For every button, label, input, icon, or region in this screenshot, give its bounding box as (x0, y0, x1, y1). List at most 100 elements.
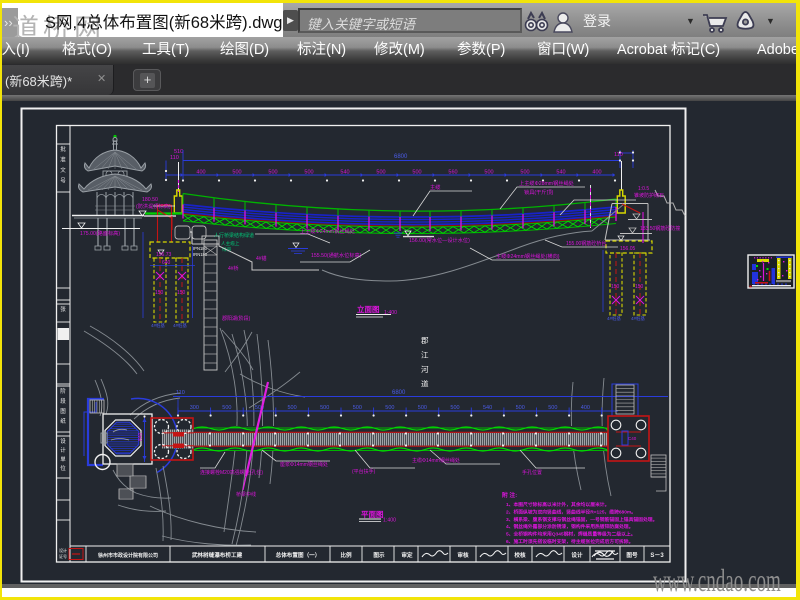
svg-text:500: 500 (548, 405, 557, 411)
svg-text:156.00(常水位—设计水位): 156.00(常水位—设计水位) (409, 236, 470, 244)
svg-text:500: 500 (450, 405, 459, 411)
svg-text:4、钢丝绳外露部分涂防锈漆，钢构件采用热镀锌防腐处理。: 4、钢丝绳外露部分涂防锈漆，钢构件采用热镀锌防腐处理。 (506, 523, 633, 530)
svg-text:设: 设 (60, 437, 66, 445)
svg-text:1:400: 1:400 (384, 310, 397, 316)
svg-text:500: 500 (353, 405, 362, 411)
svg-text:张: 张 (60, 305, 66, 313)
svg-text:武林树缝瀑布桥工建: 武林树缝瀑布桥工建 (192, 551, 243, 559)
svg-text:540: 540 (556, 170, 565, 176)
svg-text:4#桩基: 4#桩基 (173, 322, 188, 329)
svg-text:500: 500 (288, 405, 297, 411)
svg-text:540: 540 (340, 170, 349, 176)
svg-text:6、施工时须先搭设临时支架，待主缆张拉完成后方可拆除。: 6、施工时须先搭设临时支架，待主缆张拉完成后方可拆除。 (506, 538, 633, 545)
svg-text:主缆Φ14mm钢丝绳处: 主缆Φ14mm钢丝绳处 (412, 457, 460, 464)
svg-text:4#桩基: 4#桩基 (607, 315, 622, 322)
svg-text:锁具(干斤顶): 锁具(干斤顶) (524, 188, 554, 196)
svg-text:连接螺栓M20高强螺栓(孔位): 连接螺栓M20高强螺栓(孔位) (200, 469, 263, 476)
svg-text:设计: 设计 (59, 547, 67, 553)
svg-text:文: 文 (60, 166, 66, 174)
svg-text:纸: 纸 (60, 417, 66, 425)
svg-text:(防洪堤顶标高): (防洪堤顶标高) (136, 202, 171, 210)
svg-text:110: 110 (170, 155, 179, 161)
svg-text:840: 840 (138, 432, 144, 441)
svg-text:400: 400 (592, 170, 601, 176)
svg-text:156.73: 156.73 (156, 252, 172, 258)
svg-text:单: 单 (60, 455, 66, 463)
svg-text:图: 图 (60, 407, 66, 415)
svg-text:540: 540 (483, 405, 492, 411)
svg-text:图示: 图示 (373, 551, 385, 559)
svg-text:4#桥: 4#桥 (228, 265, 239, 272)
svg-text:1、本图尺寸除标高以米计外，其余均以厘米计。: 1、本图尺寸除标高以米计外，其余均以厘米计。 (506, 501, 609, 508)
svg-text:S－3: S－3 (650, 553, 664, 559)
svg-text:4#锚: 4#锚 (256, 255, 267, 262)
svg-text:郡阳湖(阶段): 郡阳湖(阶段) (222, 315, 251, 322)
svg-text:110: 110 (614, 152, 623, 158)
svg-text:设计: 设计 (571, 551, 583, 559)
svg-text:5、全桥钢构件均采用Q345钢材，焊缝质量等级为二级以上。: 5、全桥钢构件均采用Q345钢材，焊缝质量等级为二级以上。 (506, 531, 636, 538)
svg-text:500: 500 (232, 170, 241, 176)
svg-text:500: 500 (520, 170, 529, 176)
svg-text:2、桥面纵坡为双向竖曲线，竖曲线半径R=125，缆跨680m: 2、桥面纵坡为双向竖曲线，竖曲线半径R=125，缆跨680m。 (506, 508, 636, 515)
svg-text:180.50: 180.50 (142, 197, 158, 203)
svg-text:批: 批 (60, 145, 66, 153)
svg-text:150: 150 (611, 284, 620, 290)
svg-text:155.50(通航水位标高): 155.50(通航水位标高) (311, 251, 362, 259)
svg-text:500: 500 (320, 405, 329, 411)
svg-text:上主缆Φ28mm钢丝绳处: 上主缆Φ28mm钢丝绳处 (519, 179, 574, 187)
svg-text:准: 准 (60, 156, 66, 164)
svg-text:150: 150 (635, 284, 644, 290)
svg-text:155.00钢筋砼桥台: 155.00钢筋砼桥台 (566, 240, 606, 247)
svg-text:500: 500 (418, 405, 427, 411)
svg-text:500: 500 (304, 170, 313, 176)
svg-text:500: 500 (268, 170, 277, 176)
svg-text:桥梁中线: 桥梁中线 (236, 491, 256, 498)
svg-text:河: 河 (421, 365, 429, 374)
svg-text:1:400: 1:400 (383, 518, 396, 524)
svg-text:主缆Φ24mm钢丝绳处(横向): 主缆Φ24mm钢丝绳处(横向) (496, 252, 560, 260)
svg-text:座浆Φ14mm钢丝绳处: 座浆Φ14mm钢丝绳处 (280, 461, 328, 468)
svg-text:300: 300 (190, 405, 199, 411)
svg-text:图号: 图号 (626, 551, 638, 559)
svg-text:4#桩基: 4#桩基 (151, 322, 166, 329)
svg-text:IRN180: IRN180 (193, 252, 208, 257)
svg-text:总体布置图（一）: 总体布置图（一） (276, 551, 321, 559)
svg-text:400: 400 (196, 170, 205, 176)
svg-text:人主缆上: 人主缆上 (221, 240, 240, 247)
svg-text:6800: 6800 (394, 154, 408, 160)
svg-text:平面图: 平面图 (361, 510, 384, 519)
svg-text:立面图: 立面图 (357, 304, 380, 314)
svg-text:500: 500 (412, 170, 421, 176)
svg-text:400: 400 (581, 405, 590, 411)
svg-text:比例: 比例 (340, 551, 352, 559)
svg-text:附 注:: 附 注: (502, 491, 517, 499)
svg-text:500: 500 (222, 405, 231, 411)
svg-text:号: 号 (60, 178, 66, 185)
svg-text:江: 江 (421, 351, 429, 360)
svg-text:郡: 郡 (421, 336, 429, 345)
svg-text:500: 500 (385, 405, 394, 411)
svg-text:4#桩基: 4#桩基 (631, 315, 646, 322)
svg-text:证号: 证号 (59, 553, 67, 559)
svg-text:主缆: 主缆 (430, 183, 440, 191)
svg-text:徐州市市政设计院有限公司: 徐州市市政设计院有限公司 (97, 552, 158, 559)
svg-text:175.00(路面标高): 175.00(路面标高) (80, 229, 120, 237)
svg-text:道: 道 (421, 379, 429, 389)
svg-text:上主缆Φ24mm钢丝绳处: 上主缆Φ24mm钢丝绳处 (300, 227, 355, 235)
svg-text:500: 500 (376, 170, 385, 176)
svg-text:C40: C40 (628, 436, 637, 441)
svg-text:位: 位 (60, 464, 66, 472)
svg-text:阶: 阶 (60, 387, 66, 395)
svg-text:156.05: 156.05 (620, 246, 636, 252)
svg-text:6800: 6800 (392, 390, 406, 396)
svg-text:审定: 审定 (401, 551, 413, 559)
svg-text:段: 段 (60, 397, 66, 405)
svg-text:锥坡防护砌石: 锥坡防护砌石 (634, 192, 664, 199)
svg-text:150: 150 (177, 290, 186, 296)
svg-text:183.50钢筋砼防撞: 183.50钢筋砼防撞 (640, 225, 680, 232)
svg-text:(平台扶手): (平台扶手) (352, 468, 376, 475)
svg-text:640: 640 (162, 260, 171, 266)
svg-text:手孔位置: 手孔位置 (522, 469, 542, 476)
svg-text:560: 560 (448, 170, 457, 176)
svg-text:1:0.5: 1:0.5 (638, 186, 649, 192)
